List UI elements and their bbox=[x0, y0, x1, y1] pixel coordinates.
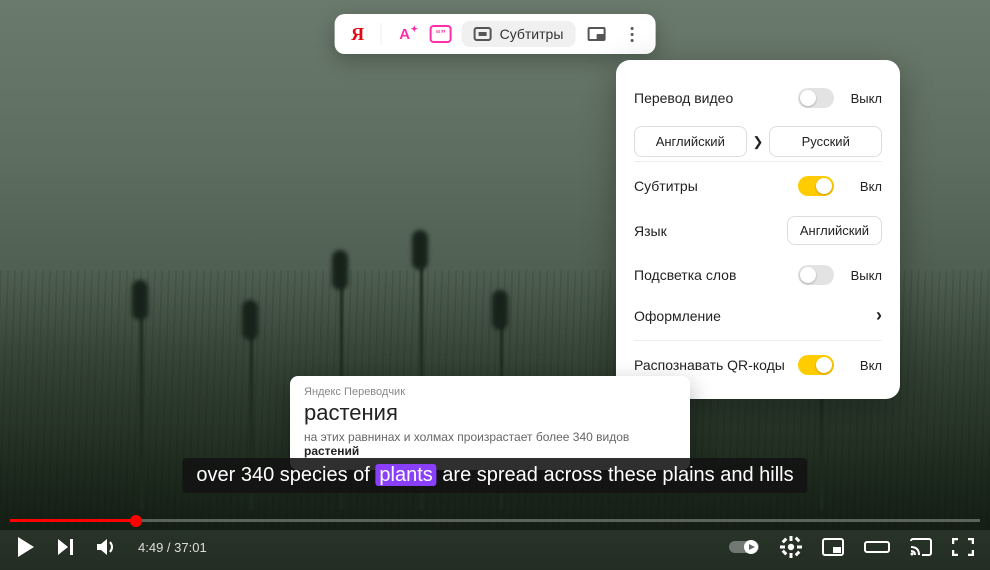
decor-stalk bbox=[140, 300, 143, 510]
more-vertical-icon bbox=[623, 27, 641, 42]
decor-head bbox=[132, 280, 148, 320]
toggle-video-translation[interactable] bbox=[798, 88, 834, 108]
settings-button[interactable] bbox=[780, 536, 802, 558]
autoplay-toggle[interactable] bbox=[728, 538, 760, 556]
theater-button[interactable] bbox=[864, 538, 890, 556]
subtitles-button-label: Субтитры bbox=[500, 26, 564, 42]
video-subtitle: over 340 species of plants are spread ac… bbox=[182, 458, 807, 493]
translation-popup: Яндекс Переводчик растения на этих равни… bbox=[290, 376, 690, 470]
decor-head bbox=[332, 250, 348, 290]
decor-head bbox=[412, 230, 428, 270]
label-word-highlight: Подсветка слов bbox=[634, 267, 736, 283]
row-video-translation: Перевод видео Выкл bbox=[634, 78, 882, 118]
label-appearance: Оформление bbox=[634, 308, 721, 324]
state-video-translation: Выкл bbox=[844, 91, 882, 106]
state-subtitles: Вкл bbox=[844, 179, 882, 194]
language-pair: Английский ❯ Русский bbox=[634, 126, 882, 157]
popup-sentence: на этих равнинах и холмах произрастает б… bbox=[304, 430, 676, 458]
time-duration: 37:01 bbox=[174, 540, 207, 555]
subtitle-pre: over 340 species of bbox=[196, 464, 375, 486]
miniplayer-button[interactable] bbox=[822, 538, 844, 556]
progress-played bbox=[10, 519, 136, 522]
label-language: Язык bbox=[634, 223, 667, 239]
translate-text-icon[interactable]: A✦ bbox=[390, 20, 420, 48]
time-display: 4:49 / 37:01 bbox=[138, 540, 207, 555]
lang-from-button[interactable]: Английский bbox=[634, 126, 747, 157]
row-appearance[interactable]: Оформление › bbox=[634, 295, 882, 336]
state-qr: Вкл bbox=[844, 358, 882, 373]
toggle-qr[interactable] bbox=[798, 355, 834, 375]
subtitle-highlight[interactable]: plants bbox=[375, 464, 436, 486]
fullscreen-button[interactable] bbox=[952, 538, 974, 556]
popup-sentence-pre: на этих равнинах и холмах произрастает б… bbox=[304, 430, 629, 444]
lang-to-button[interactable]: Русский bbox=[769, 126, 882, 157]
pip-button[interactable] bbox=[581, 20, 611, 48]
cc-icon bbox=[474, 27, 492, 41]
popup-word: растения bbox=[304, 400, 676, 426]
subtitle-post: are spread across these plains and hills bbox=[437, 464, 794, 486]
popup-sentence-bold: растений bbox=[304, 444, 359, 458]
toggle-word-highlight[interactable] bbox=[798, 265, 834, 285]
play-button[interactable] bbox=[16, 536, 36, 558]
yandex-logo-icon[interactable]: Я bbox=[343, 20, 373, 48]
popup-brand: Яндекс Переводчик bbox=[304, 386, 676, 398]
cast-button[interactable] bbox=[910, 538, 932, 556]
settings-panel: Перевод видео Выкл Английский ❯ Русский … bbox=[616, 60, 900, 399]
progress-bar[interactable] bbox=[10, 519, 980, 522]
chevron-right-icon: › bbox=[876, 305, 882, 326]
label-video-translation: Перевод видео bbox=[634, 90, 733, 106]
more-button[interactable] bbox=[617, 20, 647, 48]
browser-toolbar: Я A✦ “” Субтитры bbox=[335, 14, 656, 54]
language-select[interactable]: Английский bbox=[787, 216, 882, 245]
row-language: Язык Английский bbox=[634, 206, 882, 255]
label-subtitles: Субтитры bbox=[634, 178, 698, 194]
translate-quote-icon[interactable]: “” bbox=[426, 20, 456, 48]
decor-head bbox=[242, 300, 258, 340]
player-controls: 4:49 / 37:01 bbox=[0, 524, 990, 570]
next-button[interactable] bbox=[56, 537, 76, 557]
pip-icon bbox=[587, 27, 605, 41]
toggle-subtitles[interactable] bbox=[798, 176, 834, 196]
decor-head bbox=[492, 290, 508, 330]
time-current: 4:49 bbox=[138, 540, 163, 555]
label-qr: Распознавать QR-коды bbox=[634, 357, 785, 373]
volume-button[interactable] bbox=[96, 537, 118, 557]
row-word-highlight: Подсветка слов Выкл bbox=[634, 255, 882, 295]
row-subtitles: Субтитры Вкл bbox=[634, 161, 882, 206]
divider bbox=[381, 23, 382, 45]
subtitles-button[interactable]: Субтитры bbox=[462, 21, 576, 47]
state-word-highlight: Выкл bbox=[844, 268, 882, 283]
chevron-right-icon: ❯ bbox=[753, 134, 764, 150]
